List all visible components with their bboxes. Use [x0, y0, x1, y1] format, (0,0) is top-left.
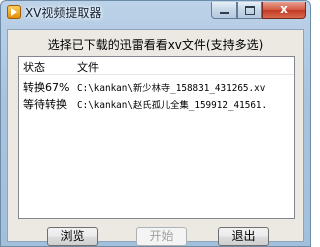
start-button[interactable]: 开始 — [136, 227, 187, 246]
close-icon: x — [280, 2, 288, 16]
list-item[interactable]: 转换67% C:\kankan\新少林寺_158831_431265.xv — [19, 78, 294, 94]
minimize-icon — [219, 12, 229, 14]
maximize-button[interactable] — [237, 2, 262, 19]
column-header-status[interactable]: 状态 — [23, 59, 45, 75]
maximize-icon — [244, 6, 255, 15]
client-area: 选择已下载的迅雷看看xv文件(支持多选) 状态 文件 转换67% C:\kank… — [7, 29, 304, 246]
browse-button[interactable]: 浏览 — [47, 227, 98, 246]
file-listview[interactable]: 状态 文件 转换67% C:\kankan\新少林寺_158831_431265… — [18, 56, 295, 219]
app-icon — [7, 5, 21, 19]
app-window: XV视频提取器 x 选择已下载的迅雷看看xv文件(支持多选) 状态 文件 转换6… — [0, 0, 311, 247]
item-file-path: C:\kankan\赵氏孤儿全集_159912_41561. — [77, 100, 268, 111]
instruction-label: 选择已下载的迅雷看看xv文件(支持多选) — [47, 38, 264, 52]
list-item[interactable]: 等待转换 C:\kankan\赵氏孤儿全集_159912_41561. — [19, 95, 294, 111]
item-status: 等待转换 — [23, 98, 67, 111]
title-bar[interactable]: XV视频提取器 x — [1, 1, 310, 23]
list-header: 状态 文件 — [19, 57, 294, 75]
item-status: 转换67% — [23, 81, 70, 94]
exit-button[interactable]: 退出 — [218, 227, 269, 246]
close-button[interactable]: x — [262, 2, 306, 19]
item-file-path: C:\kankan\新少林寺_158831_431265.xv — [77, 83, 266, 94]
window-title: XV视频提取器 — [25, 6, 102, 20]
minimize-button[interactable] — [211, 2, 237, 19]
column-header-file[interactable]: 文件 — [77, 59, 99, 75]
